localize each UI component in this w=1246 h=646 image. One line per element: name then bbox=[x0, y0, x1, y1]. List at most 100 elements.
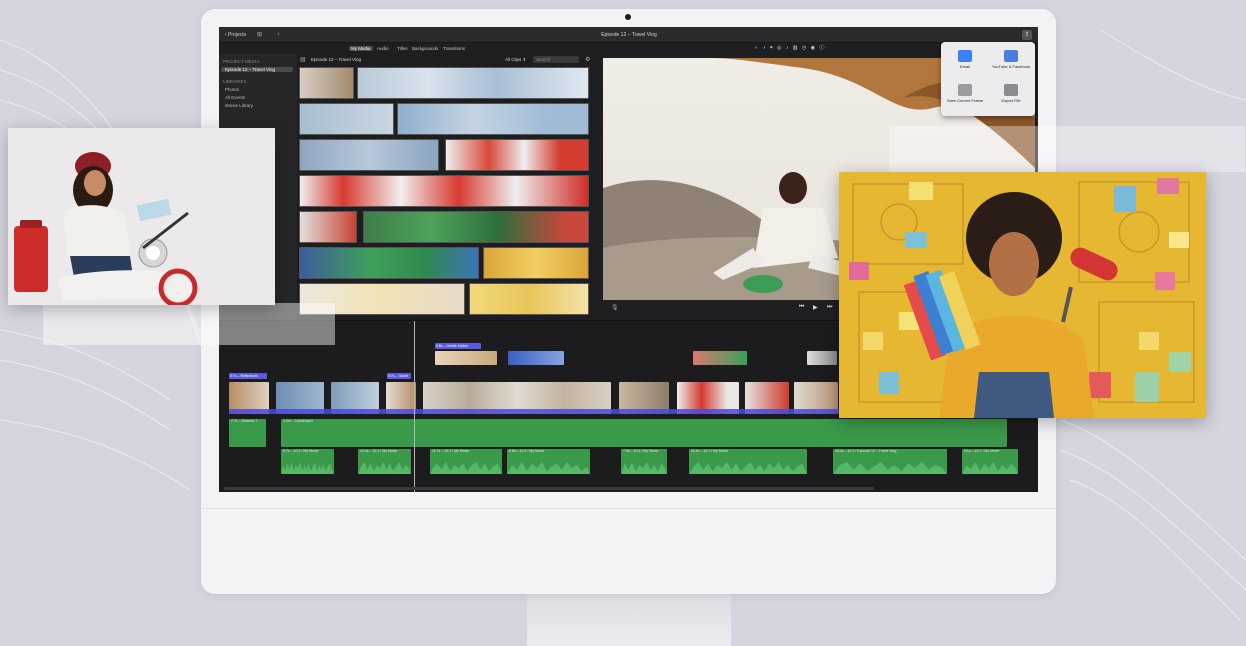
media-clip[interactable] bbox=[299, 175, 589, 207]
skip-forward-icon[interactable]: ⏭ bbox=[827, 304, 832, 311]
toolbar: ‹ Projects ⊞ ↓ Episode 12 – Travel Vlog … bbox=[219, 27, 1038, 43]
audio-detach-strip bbox=[229, 409, 839, 414]
share-email-label: Email bbox=[959, 64, 970, 69]
floating-photo-scooter bbox=[8, 128, 275, 305]
audio-clip-label: 7.7s – Shadow T... bbox=[231, 419, 260, 423]
audio-clip-label: 12:4s – 10-1 / My Movie bbox=[360, 449, 398, 453]
painter-photo-image bbox=[839, 172, 1206, 418]
glass-overlay bbox=[43, 303, 335, 345]
audio-clip[interactable]: 9.8s – 10-1 / My Movie bbox=[507, 449, 590, 474]
share-youtube-label: YouTube & Facebook bbox=[991, 64, 1031, 69]
sidebar-toggle-icon[interactable]: ▤ bbox=[300, 56, 306, 63]
audio-clip[interactable]: 11:7s – 10-1 / My Movie bbox=[430, 449, 502, 474]
color-balance-icon[interactable]: ◐ bbox=[755, 45, 758, 51]
audio-clip[interactable]: 7.0s – 10-1 / My Movie bbox=[621, 449, 667, 474]
info-icon[interactable]: ⓘ bbox=[819, 45, 824, 51]
camera-icon bbox=[625, 14, 631, 20]
media-clip[interactable] bbox=[445, 139, 589, 171]
tab-transitions[interactable]: Transitions bbox=[443, 46, 465, 51]
title-clip[interactable]: 0:7s – Grade bbox=[387, 373, 411, 379]
noise-reduction-icon[interactable]: ▥ bbox=[793, 45, 798, 51]
project-media-header: PROJECT MEDIA bbox=[223, 59, 260, 64]
playhead[interactable] bbox=[414, 321, 415, 492]
media-clip[interactable] bbox=[483, 247, 589, 279]
stabilization-icon[interactable]: ◎ bbox=[777, 45, 781, 51]
title-clip-thumbnail[interactable] bbox=[807, 351, 837, 365]
browser-header: ▤ Episode 12 – Travel Vlog All Clips ⇕ S… bbox=[297, 54, 599, 66]
settings-icon[interactable]: ⚙ bbox=[585, 56, 590, 63]
audio-clip[interactable]: 7.7s – Shadow T... bbox=[229, 419, 266, 447]
skip-back-icon[interactable]: ⏮ bbox=[799, 304, 804, 311]
tab-audio[interactable]: Audio bbox=[377, 46, 389, 51]
image-icon bbox=[958, 84, 972, 96]
audio-clip[interactable]: 9.1s – 10-1 / My Movie bbox=[962, 449, 1018, 474]
scooter-photo-image bbox=[8, 128, 275, 305]
audio-clip[interactable]: 12:4s – 10-1 / My Movie bbox=[358, 449, 411, 474]
share-email[interactable]: Email bbox=[945, 50, 985, 69]
audio-clip-label: 9.1s – 10-1 / My Movie bbox=[964, 449, 1000, 453]
film-icon bbox=[1004, 84, 1018, 96]
volume-icon[interactable]: ♪ bbox=[786, 45, 789, 51]
tab-titles[interactable]: Titles bbox=[397, 46, 408, 51]
audio-clip-label: 9.8s – 10-1 / My Movie bbox=[509, 449, 545, 453]
sidebar-item-imovie-library[interactable]: iMovie Library bbox=[225, 103, 253, 108]
share-menu: Email YouTube & Facebook Save Current Fr… bbox=[941, 42, 1035, 116]
media-clip[interactable] bbox=[469, 283, 589, 315]
imac-stand bbox=[527, 594, 731, 646]
tab-my-media[interactable]: My Media bbox=[349, 46, 373, 51]
background-music-clip[interactable]: 1:3m – Landscaper bbox=[281, 419, 1007, 447]
media-clip[interactable] bbox=[299, 103, 394, 135]
audio-clip[interactable]: 11:4s – 10-1 / My Movie bbox=[689, 449, 807, 474]
title-clip[interactable]: 0:8s – Gentle Motion bbox=[435, 343, 481, 349]
projects-button[interactable]: ‹ Projects bbox=[225, 32, 246, 38]
clip-filter-select[interactable]: All Clips ⇕ bbox=[505, 57, 526, 63]
title-clip[interactable]: 0:7s – Reflections bbox=[229, 373, 267, 379]
media-clip[interactable] bbox=[299, 247, 479, 279]
sidebar-item-photos[interactable]: Photos bbox=[225, 87, 239, 92]
import-icon[interactable]: ⊞ bbox=[257, 31, 262, 38]
glass-overlay bbox=[889, 126, 1245, 172]
sidebar-item-project[interactable]: Episode 12 – Travel Vlog bbox=[221, 67, 293, 72]
audio-clip-label: 1:3m – Landscaper bbox=[283, 419, 313, 423]
audio-clip-label: 9.7s – 10-1 / My Movie bbox=[283, 449, 319, 453]
download-icon[interactable]: ↓ bbox=[277, 31, 280, 37]
audio-clip[interactable]: 18:4s – 10-1 / Episode 12 – Travel Vlog bbox=[833, 449, 947, 474]
adjustment-toolbar: ◐ ◑ ⌗ ◎ ♪ ▥ ◷ ◉ ⓘ bbox=[755, 44, 824, 54]
media-browser: ▤ Episode 12 – Travel Vlog All Clips ⇕ S… bbox=[297, 54, 599, 320]
microphone-icon[interactable]: 🎙 bbox=[611, 304, 619, 311]
search-input[interactable]: Search bbox=[533, 56, 579, 63]
media-clip[interactable] bbox=[299, 67, 354, 99]
audio-clip-label: 11:7s – 10-1 / My Movie bbox=[432, 449, 470, 453]
media-clip[interactable] bbox=[363, 211, 589, 243]
browser-title: Episode 12 – Travel Vlog bbox=[311, 57, 362, 62]
window-title: Episode 12 – Travel Vlog bbox=[601, 32, 657, 38]
share-export-file[interactable]: Export File bbox=[991, 84, 1031, 103]
play-icon[interactable]: ▶ bbox=[813, 304, 818, 311]
crop-icon[interactable]: ⌗ bbox=[770, 45, 773, 51]
audio-clip-label: 7.0s – 10-1 / My Movie bbox=[623, 449, 659, 453]
media-clip[interactable] bbox=[357, 67, 589, 99]
share-youtube-facebook[interactable]: YouTube & Facebook bbox=[991, 50, 1031, 69]
sidebar-item-all-events[interactable]: All Events bbox=[225, 95, 245, 100]
title-clip-thumbnail[interactable] bbox=[693, 351, 747, 365]
email-icon bbox=[958, 50, 972, 62]
timeline-scrollbar[interactable] bbox=[224, 487, 874, 490]
tab-backgrounds[interactable]: Backgrounds bbox=[412, 46, 438, 51]
share-save-frame[interactable]: Save Current Frame bbox=[945, 84, 985, 103]
share-icon[interactable]: ⇪ bbox=[1022, 30, 1032, 40]
audio-clip-label: 18:4s – 10-1 / Episode 12 – Travel Vlog bbox=[835, 449, 897, 453]
media-clip[interactable] bbox=[299, 139, 439, 171]
media-clip[interactable] bbox=[299, 211, 357, 243]
title-clip-thumbnail[interactable] bbox=[508, 351, 564, 365]
media-clip[interactable] bbox=[397, 103, 589, 135]
floating-photo-painter bbox=[839, 172, 1206, 418]
audio-clip[interactable]: 9.7s – 10-1 / My Movie bbox=[281, 449, 334, 474]
filter-icon[interactable]: ◉ bbox=[811, 45, 815, 51]
browser-tabs: My Media Audio Titles Backgrounds Transi… bbox=[219, 43, 599, 54]
speed-icon[interactable]: ◷ bbox=[802, 45, 806, 51]
title-clip-thumbnail[interactable] bbox=[435, 351, 497, 365]
share-export-label: Export File bbox=[1001, 98, 1021, 103]
youtube-facebook-icon bbox=[1004, 50, 1018, 62]
audio-clip-label: 11:4s – 10-1 / My Movie bbox=[691, 449, 729, 453]
color-correction-icon[interactable]: ◑ bbox=[762, 45, 765, 51]
